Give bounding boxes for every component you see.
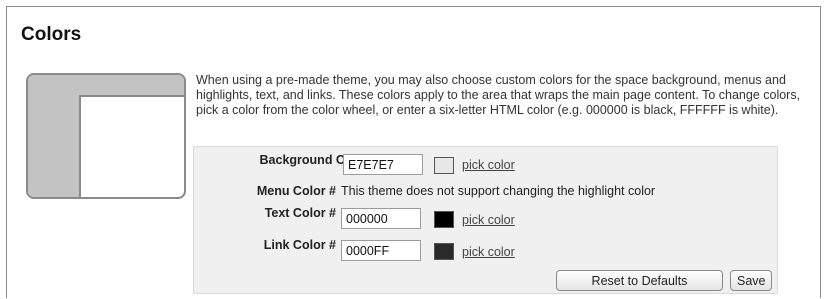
section-title: Colors bbox=[21, 24, 82, 45]
background-pick-color-link[interactable]: pick color bbox=[462, 158, 515, 172]
section-description: When using a pre-made theme, you may als… bbox=[196, 73, 801, 117]
background-color-swatch[interactable] bbox=[434, 157, 454, 174]
reset-to-defaults-button[interactable]: Reset to Defaults bbox=[556, 270, 723, 291]
text-color-input[interactable] bbox=[341, 208, 421, 229]
text-color-swatch[interactable] bbox=[434, 211, 454, 228]
theme-layout-preview-icon bbox=[26, 73, 186, 199]
save-button[interactable]: Save bbox=[730, 270, 772, 291]
background-color-input[interactable] bbox=[343, 154, 423, 175]
color-settings-panel: Background Color # pick color Menu Color… bbox=[193, 146, 778, 294]
preview-header bbox=[79, 75, 184, 97]
link-color-input[interactable] bbox=[341, 240, 421, 261]
link-color-swatch[interactable] bbox=[434, 243, 454, 260]
preview-sidebar bbox=[28, 75, 81, 197]
link-pick-color-link[interactable]: pick color bbox=[462, 245, 515, 259]
colors-section: Colors When using a pre-made theme, you … bbox=[6, 6, 821, 298]
text-color-label: Text Color # bbox=[264, 206, 336, 220]
text-pick-color-link[interactable]: pick color bbox=[462, 213, 515, 227]
menu-color-label: Menu Color # bbox=[256, 184, 336, 198]
link-color-label: Link Color # bbox=[263, 238, 336, 252]
menu-color-note: This theme does not support changing the… bbox=[341, 184, 656, 198]
